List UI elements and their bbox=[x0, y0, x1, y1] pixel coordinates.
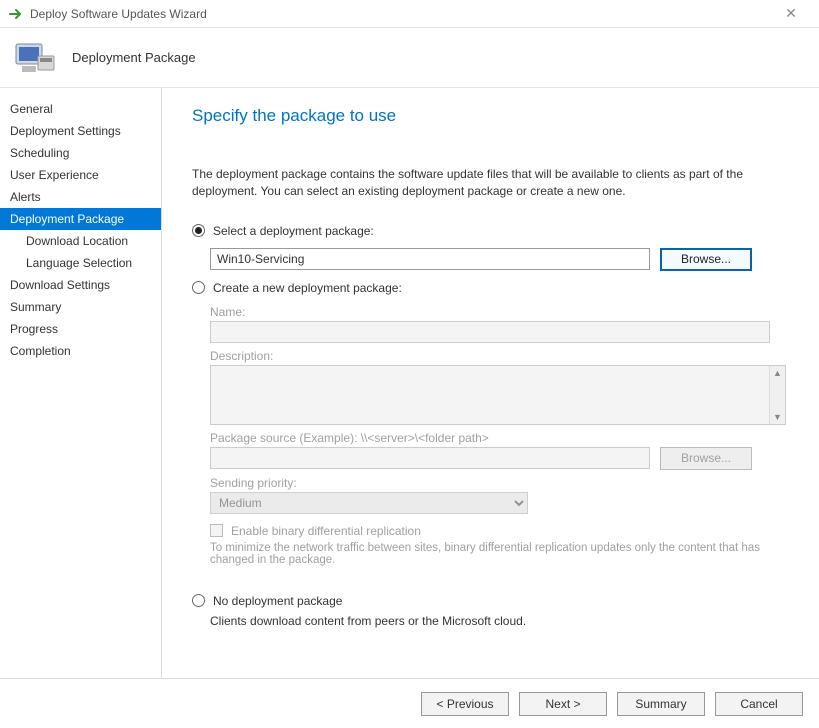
radio-select-package-row[interactable]: Select a deployment package: bbox=[192, 224, 789, 238]
name-label: Name: bbox=[210, 305, 789, 319]
nav-item-alerts[interactable]: Alerts bbox=[0, 186, 161, 208]
radio-no-package[interactable] bbox=[192, 594, 205, 607]
cancel-button[interactable]: Cancel bbox=[715, 692, 803, 716]
name-input bbox=[210, 321, 770, 343]
priority-select: Medium bbox=[210, 492, 528, 514]
next-button[interactable]: Next > bbox=[519, 692, 607, 716]
scroll-up-icon: ▲ bbox=[773, 368, 782, 378]
wizard-footer: < Previous Next > Summary Cancel bbox=[0, 678, 819, 728]
binary-replication-row: Enable binary differential replication bbox=[210, 524, 789, 538]
binary-replication-hint: To minimize the network traffic between … bbox=[210, 542, 789, 566]
description-scrollbar: ▲ ▼ bbox=[769, 366, 785, 424]
radio-select-package-label: Select a deployment package: bbox=[213, 224, 374, 238]
nav-item-download-location[interactable]: Download Location bbox=[0, 230, 161, 252]
binary-replication-label: Enable binary differential replication bbox=[231, 524, 421, 538]
nav-item-completion[interactable]: Completion bbox=[0, 340, 161, 362]
source-label: Package source (Example): \\<server>\<fo… bbox=[210, 431, 789, 445]
radio-no-package-label: No deployment package bbox=[213, 594, 342, 608]
nav-item-progress[interactable]: Progress bbox=[0, 318, 161, 340]
nav-item-deployment-settings[interactable]: Deployment Settings bbox=[0, 120, 161, 142]
nav-item-scheduling[interactable]: Scheduling bbox=[0, 142, 161, 164]
nav-item-download-settings[interactable]: Download Settings bbox=[0, 274, 161, 296]
title-bar: Deploy Software Updates Wizard ✕ bbox=[0, 0, 819, 28]
intro-text: The deployment package contains the soft… bbox=[192, 166, 789, 200]
wizard-nav-sidebar: GeneralDeployment SettingsSchedulingUser… bbox=[0, 88, 162, 678]
no-package-note: Clients download content from peers or t… bbox=[210, 614, 789, 628]
previous-button[interactable]: < Previous bbox=[421, 692, 509, 716]
wizard-header: Deployment Package bbox=[0, 28, 819, 88]
nav-item-user-experience[interactable]: User Experience bbox=[0, 164, 161, 186]
nav-item-language-selection[interactable]: Language Selection bbox=[0, 252, 161, 274]
radio-create-package-label: Create a new deployment package: bbox=[213, 281, 402, 295]
nav-item-summary[interactable]: Summary bbox=[0, 296, 161, 318]
description-input bbox=[211, 366, 769, 424]
summary-button[interactable]: Summary bbox=[617, 692, 705, 716]
browse-source-button: Browse... bbox=[660, 447, 752, 470]
nav-item-general[interactable]: General bbox=[0, 98, 161, 120]
page-title: Deployment Package bbox=[72, 50, 196, 65]
description-label: Description: bbox=[210, 349, 789, 363]
main-heading: Specify the package to use bbox=[192, 106, 789, 126]
browse-package-button[interactable]: Browse... bbox=[660, 248, 752, 271]
binary-replication-checkbox bbox=[210, 524, 223, 537]
source-input bbox=[210, 447, 650, 469]
close-icon[interactable]: ✕ bbox=[771, 5, 811, 22]
wizard-main-panel: Specify the package to use The deploymen… bbox=[162, 88, 819, 678]
radio-create-package[interactable] bbox=[192, 281, 205, 294]
selected-package-input[interactable] bbox=[210, 248, 650, 270]
radio-create-package-row[interactable]: Create a new deployment package: bbox=[192, 281, 789, 295]
radio-no-package-row[interactable]: No deployment package bbox=[192, 594, 789, 608]
priority-label: Sending priority: bbox=[210, 476, 789, 490]
window-title: Deploy Software Updates Wizard bbox=[30, 7, 771, 21]
computer-icon bbox=[14, 40, 58, 76]
nav-item-deployment-package[interactable]: Deployment Package bbox=[0, 208, 161, 230]
scroll-down-icon: ▼ bbox=[773, 412, 782, 422]
wizard-arrow-icon bbox=[8, 6, 24, 22]
radio-select-package[interactable] bbox=[192, 224, 205, 237]
